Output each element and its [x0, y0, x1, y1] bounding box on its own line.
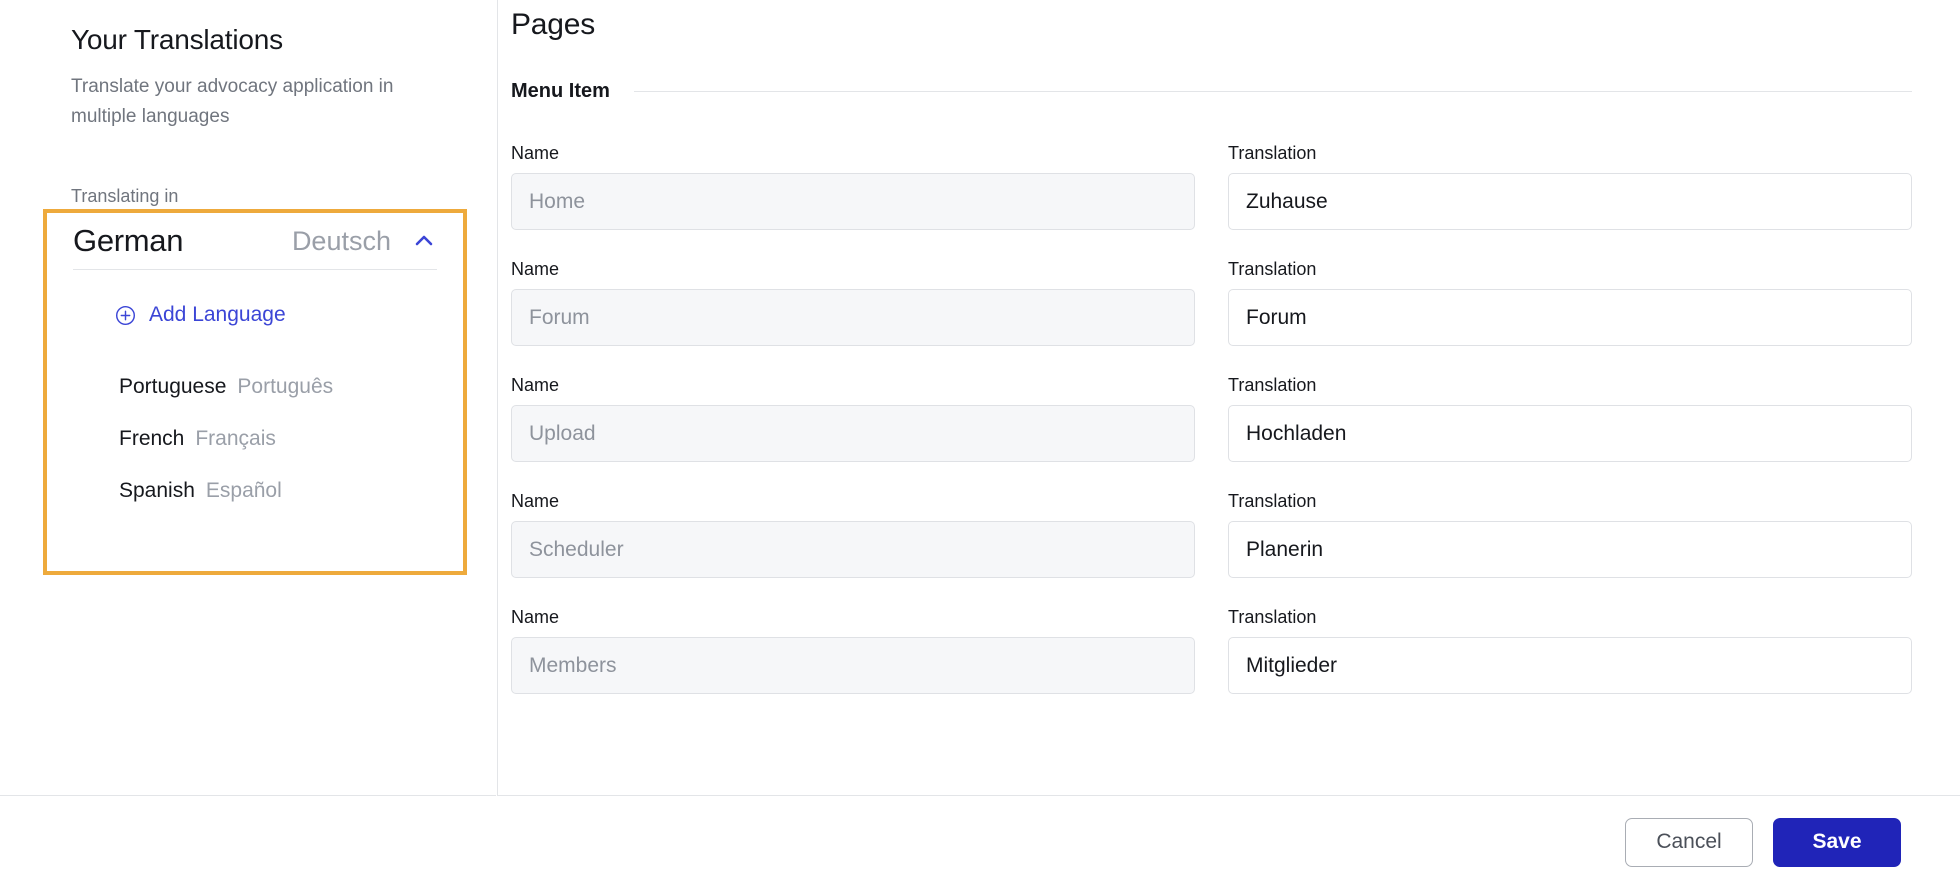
- name-label: Name: [511, 259, 560, 279]
- language-selector-dropdown[interactable]: German Deutsch Add Language Portuguese P…: [43, 209, 467, 575]
- translation-label: Translation: [1228, 607, 1317, 627]
- chevron-up-icon[interactable]: [411, 228, 437, 254]
- table-row: Name Translation: [511, 143, 1912, 230]
- language-option-name: Spanish: [119, 479, 195, 502]
- translation-field-group: Translation: [1228, 259, 1912, 346]
- translations-form-panel: Pages Menu Item Name Translation: [497, 0, 1960, 796]
- name-input-forum[interactable]: [511, 289, 1195, 346]
- translation-input-members[interactable]: [1228, 637, 1912, 694]
- translation-field-group: Translation: [1228, 607, 1912, 694]
- translation-input-scheduler[interactable]: [1228, 521, 1912, 578]
- language-option-name: Portuguese: [119, 375, 227, 398]
- language-option-french[interactable]: French Français: [47, 413, 463, 465]
- language-option-native: Français: [195, 427, 276, 450]
- translation-label: Translation: [1228, 491, 1317, 511]
- name-field-group: Name: [511, 143, 1195, 230]
- name-field-group: Name: [511, 259, 1195, 346]
- subsection-header: Menu Item: [511, 80, 1912, 103]
- language-option-spanish[interactable]: Spanish Español: [47, 465, 463, 517]
- name-input-members[interactable]: [511, 637, 1195, 694]
- translation-label: Translation: [1228, 375, 1317, 395]
- section-title: Pages: [511, 8, 596, 41]
- subsection-label: Menu Item: [511, 80, 610, 102]
- translation-input-forum[interactable]: [1228, 289, 1912, 346]
- name-label: Name: [511, 375, 560, 395]
- translation-label: Translation: [1228, 143, 1317, 163]
- name-field-group: Name: [511, 375, 1195, 462]
- add-language-label: Add Language: [149, 303, 286, 326]
- table-row: Name Translation: [511, 259, 1912, 346]
- translating-in-label: Translating in: [71, 186, 179, 206]
- page-title: Your Translations: [71, 24, 283, 55]
- divider: [633, 91, 1912, 92]
- current-language-native: Deutsch: [291, 225, 391, 256]
- translation-field-group: Translation: [1228, 143, 1912, 230]
- add-language-button[interactable]: Add Language: [115, 303, 286, 327]
- translation-field-group: Translation: [1228, 491, 1912, 578]
- plus-circle-icon: [115, 305, 136, 326]
- action-footer: Cancel Save: [0, 796, 1960, 888]
- name-input-upload[interactable]: [511, 405, 1195, 462]
- current-language-name: German: [73, 223, 184, 258]
- translations-page: Your Translations Translate your advocac…: [0, 0, 1960, 888]
- translation-field-group: Translation: [1228, 375, 1912, 462]
- cancel-button[interactable]: Cancel: [1625, 817, 1753, 867]
- language-option-native: Português: [237, 375, 334, 398]
- name-input-scheduler[interactable]: [511, 521, 1195, 578]
- name-input-home[interactable]: [511, 173, 1195, 230]
- translation-input-upload[interactable]: [1228, 405, 1912, 462]
- table-row: Name Translation: [511, 375, 1912, 462]
- translations-sidebar: Your Translations Translate your advocac…: [0, 0, 496, 796]
- language-option-list: Portuguese Português French Français Spa…: [47, 361, 463, 517]
- language-option-portuguese[interactable]: Portuguese Português: [47, 361, 463, 413]
- name-label: Name: [511, 143, 560, 163]
- translation-rows: Name Translation Name Translation: [511, 143, 1912, 723]
- page-subtitle: Translate your advocacy application in m…: [71, 76, 394, 127]
- name-field-group: Name: [511, 607, 1195, 694]
- language-option-name: French: [119, 427, 185, 450]
- name-label: Name: [511, 607, 560, 627]
- name-label: Name: [511, 491, 560, 511]
- name-field-group: Name: [511, 491, 1195, 578]
- current-language-row[interactable]: German Deutsch: [73, 213, 437, 270]
- language-option-native: Español: [205, 479, 282, 502]
- translation-input-home[interactable]: [1228, 173, 1912, 230]
- save-button[interactable]: Save: [1773, 817, 1901, 867]
- translation-label: Translation: [1228, 259, 1317, 279]
- table-row: Name Translation: [511, 607, 1912, 694]
- table-row: Name Translation: [511, 491, 1912, 578]
